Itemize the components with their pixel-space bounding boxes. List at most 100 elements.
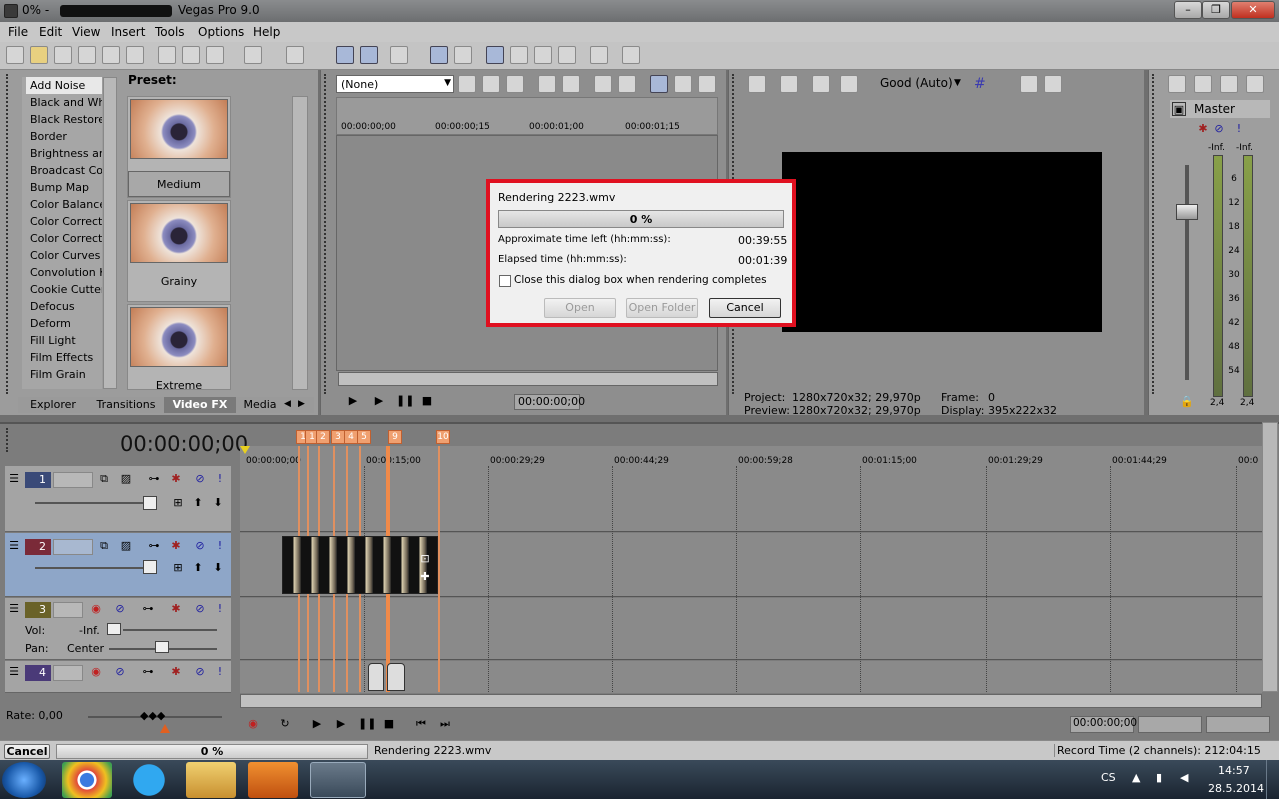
- play-icon[interactable]: ▶: [334, 717, 348, 731]
- level-slider[interactable]: [35, 567, 155, 569]
- selection-tool-icon[interactable]: [534, 46, 552, 64]
- timeline-marker[interactable]: 10: [436, 430, 450, 444]
- track-name-field[interactable]: [53, 665, 83, 681]
- menu-view[interactable]: View: [72, 25, 100, 39]
- motion-icon[interactable]: ⧉: [97, 539, 111, 553]
- preview-properties-icon[interactable]: [748, 75, 766, 93]
- timeline-hscroll[interactable]: [240, 694, 1262, 708]
- video-clip-group[interactable]: [282, 536, 438, 594]
- media-player-icon[interactable]: [248, 762, 298, 798]
- start-button[interactable]: [2, 762, 46, 798]
- level-slider-handle[interactable]: [143, 560, 157, 574]
- snapping-icon[interactable]: [390, 46, 408, 64]
- timeline-marker[interactable]: 9: [388, 430, 402, 444]
- tab-media[interactable]: Media: [238, 397, 282, 413]
- invert-phase-icon[interactable]: ⊘: [113, 602, 127, 616]
- fx-item[interactable]: Broadcast Colors: [22, 162, 102, 179]
- mute-icon[interactable]: ⊘: [193, 665, 207, 679]
- trimmer-properties-icon[interactable]: [458, 75, 476, 93]
- status-cancel-button[interactable]: Cancel: [4, 744, 50, 759]
- expand-keyframes-icon[interactable]: ⊞: [171, 561, 185, 575]
- network-icon[interactable]: ▮: [1156, 771, 1162, 784]
- render-as-icon[interactable]: [102, 46, 120, 64]
- preview-quality-select[interactable]: Good (Auto): [880, 76, 953, 90]
- event-fx-icon[interactable]: ✚: [418, 570, 432, 584]
- trimmer-hscroll[interactable]: [338, 372, 718, 386]
- undo-icon[interactable]: [244, 46, 262, 64]
- mode-icon[interactable]: ⊶: [147, 472, 161, 486]
- file-explorer-icon[interactable]: [186, 762, 236, 798]
- fx-item[interactable]: Black and White: [22, 94, 102, 111]
- master-mute-icon[interactable]: ⊘: [1212, 122, 1226, 136]
- preset-extreme[interactable]: Extreme: [127, 304, 231, 392]
- parent-icon[interactable]: ⬆: [191, 496, 205, 510]
- vegas-taskbar-icon[interactable]: [310, 762, 366, 798]
- solo-icon[interactable]: !: [213, 539, 227, 553]
- fx-item[interactable]: Bump Map: [22, 179, 102, 196]
- master-solo-icon[interactable]: !: [1232, 122, 1246, 136]
- split-screen-icon[interactable]: [812, 75, 830, 93]
- menu-tools[interactable]: Tools: [155, 25, 185, 39]
- language-indicator[interactable]: CS: [1101, 771, 1116, 784]
- trimmer-fx-icon[interactable]: [482, 75, 500, 93]
- redo-icon[interactable]: [286, 46, 304, 64]
- trimmer-both-icon[interactable]: [698, 75, 716, 93]
- timeline-vscroll[interactable]: [1262, 422, 1278, 692]
- fx-item[interactable]: Fill Light: [22, 332, 102, 349]
- master-fx-icon[interactable]: ✱: [1196, 122, 1210, 136]
- enable-snapping-icon[interactable]: [486, 46, 504, 64]
- tab-transitions[interactable]: Transitions: [90, 397, 162, 413]
- track-name-field[interactable]: [53, 472, 93, 488]
- stop-icon[interactable]: ■: [382, 717, 396, 731]
- invert-phase-icon[interactable]: ⊘: [113, 665, 127, 679]
- open-folder-button[interactable]: Open Folder: [626, 298, 698, 318]
- child-icon[interactable]: ⬇: [211, 496, 225, 510]
- rate-slider-handle[interactable]: ◆◆◆: [140, 710, 165, 722]
- fx-item[interactable]: Cookie Cutter: [22, 281, 102, 298]
- preset-grainy[interactable]: Grainy: [127, 200, 231, 302]
- clock-date[interactable]: 28.5.2014: [1208, 782, 1264, 795]
- menu-file[interactable]: File: [8, 25, 28, 39]
- envelope-tool-icon[interactable]: [360, 46, 378, 64]
- expand-keyframes-icon[interactable]: ⊞: [171, 496, 185, 510]
- auto-crossfade-icon[interactable]: [510, 46, 528, 64]
- tab-scroll-right-icon[interactable]: ▶: [298, 399, 308, 411]
- cancel-render-button[interactable]: Cancel: [709, 298, 781, 318]
- playhead-cursor-icon[interactable]: [240, 446, 250, 454]
- timeline-marker[interactable]: 2: [316, 430, 330, 444]
- menu-help[interactable]: Help: [253, 25, 280, 39]
- fx-item[interactable]: Border: [22, 128, 102, 145]
- arm-record-icon[interactable]: ◉: [89, 665, 103, 679]
- minimize-button[interactable]: –: [1174, 1, 1202, 19]
- preset-medium[interactable]: Medium: [127, 96, 231, 198]
- audio-clip[interactable]: [387, 663, 405, 691]
- compositing-icon[interactable]: ▨: [119, 472, 133, 486]
- track-header-2[interactable]: ☰ 2 ⧉ ▨ ⊶ ✱ ⊘ ! ⊞ ⬆ ⬇: [5, 533, 231, 597]
- mode-icon[interactable]: ⊶: [141, 665, 155, 679]
- level-slider-handle[interactable]: [143, 496, 157, 510]
- overlays-icon[interactable]: [840, 75, 858, 93]
- chevron-down-icon[interactable]: ▼: [954, 78, 961, 88]
- track-header-1[interactable]: ☰ 1 ⧉ ▨ ⊶ ✱ ⊘ ! ⊞ ⬆ ⬇: [5, 466, 231, 532]
- fx-item[interactable]: Color Corrector: [22, 213, 102, 230]
- pan-slider-handle[interactable]: [155, 641, 169, 653]
- fx-item[interactable]: Black Restore: [22, 111, 102, 128]
- mode-icon[interactable]: ⊶: [147, 539, 161, 553]
- save-as-icon[interactable]: [78, 46, 96, 64]
- lock-envelopes-icon[interactable]: [454, 46, 472, 64]
- close-when-done-checkbox[interactable]: [499, 275, 511, 287]
- track-lane-1[interactable]: [240, 466, 1262, 532]
- solo-icon[interactable]: !: [213, 665, 227, 679]
- track-fx-icon[interactable]: ✱: [169, 539, 183, 553]
- go-to-start-icon[interactable]: ⏮: [414, 717, 428, 731]
- collapse-track-icon[interactable]: ☰: [7, 665, 21, 679]
- save-snapshot-icon[interactable]: [1044, 75, 1062, 93]
- track-fx-icon[interactable]: ✱: [169, 472, 183, 486]
- track-header-3[interactable]: ☰ 3 ◉ ⊘ ⊶ ✱ ⊘ ! Vol: -Inf. Pan: Center: [5, 598, 231, 660]
- pause-icon[interactable]: ❚❚: [358, 717, 376, 731]
- menu-insert[interactable]: Insert: [111, 25, 145, 39]
- collapse-track-icon[interactable]: ☰: [7, 602, 21, 616]
- collapse-track-icon[interactable]: ☰: [7, 539, 21, 553]
- audio-clip[interactable]: [368, 663, 384, 691]
- skype-icon[interactable]: [124, 762, 174, 798]
